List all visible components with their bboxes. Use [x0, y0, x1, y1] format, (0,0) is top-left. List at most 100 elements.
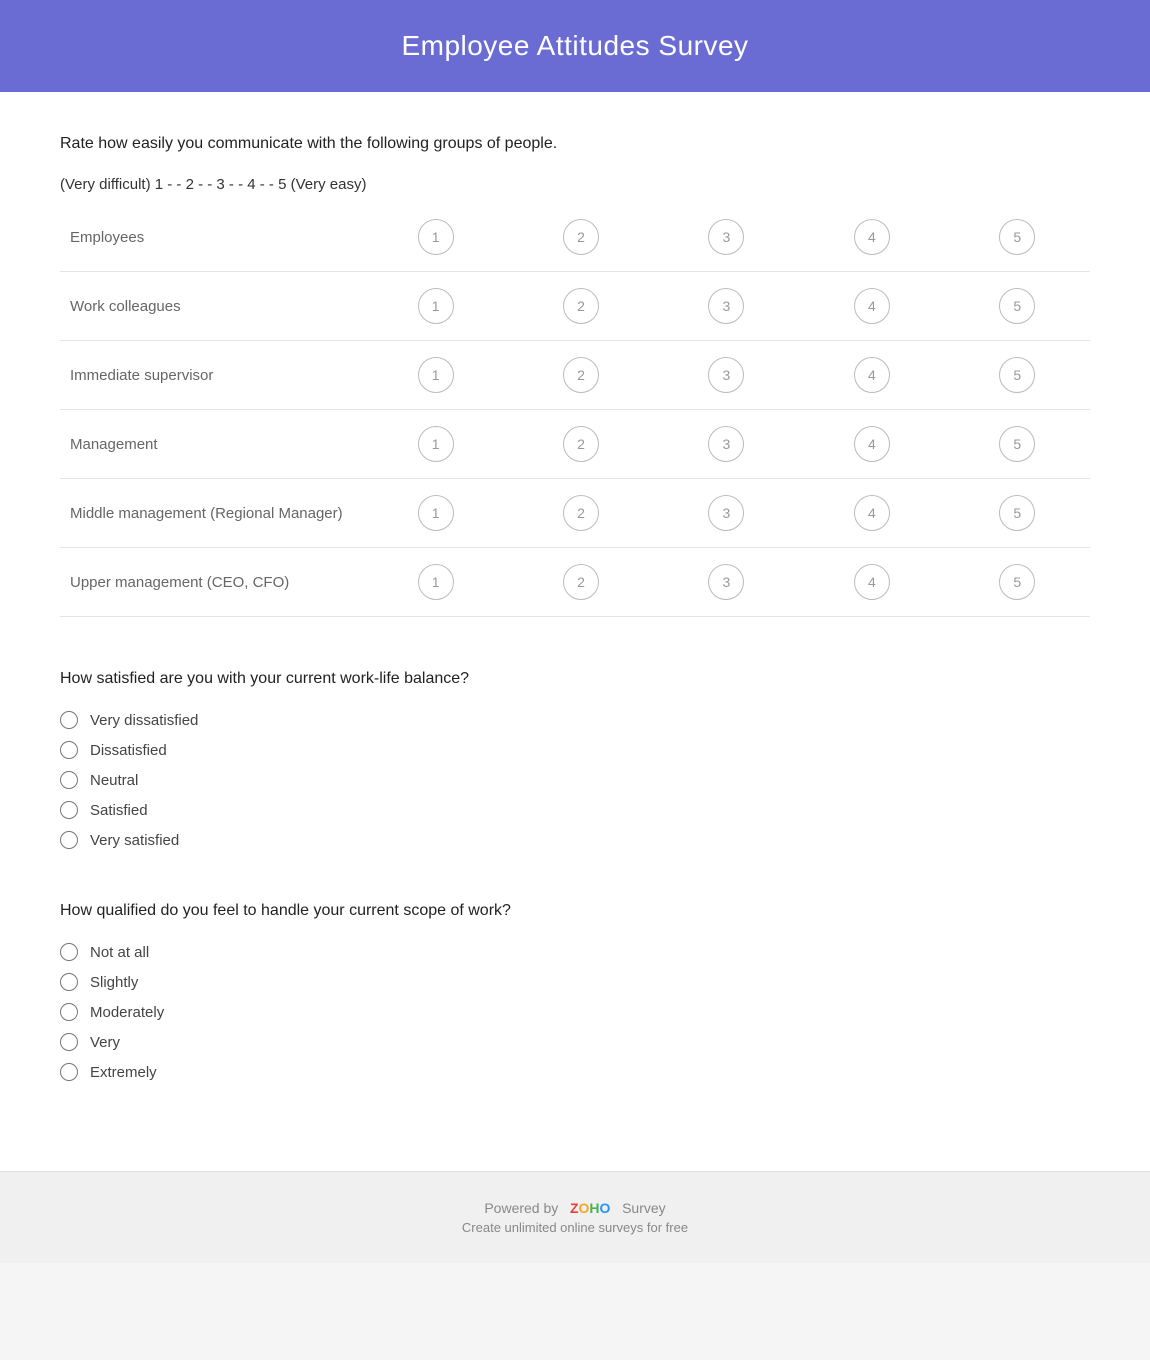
table-row: Management12345 [60, 410, 1090, 479]
list-item[interactable]: Dissatisfied [60, 741, 1090, 759]
page-title: Employee Attitudes Survey [20, 30, 1130, 62]
footer-powered: Powered by ZOHO Survey [20, 1200, 1130, 1216]
rating-cell[interactable]: 2 [508, 203, 653, 272]
radio-qualification-1[interactable] [60, 973, 78, 991]
zoho-o2: O [600, 1200, 611, 1216]
rating-option-5[interactable]: 5 [999, 495, 1035, 531]
rating-option-2[interactable]: 2 [563, 219, 599, 255]
rating-option-2[interactable]: 2 [563, 564, 599, 600]
rating-cell[interactable]: 5 [945, 410, 1090, 479]
rating-cell[interactable]: 4 [799, 272, 944, 341]
rating-cell[interactable]: 3 [654, 548, 799, 617]
list-item[interactable]: Satisfied [60, 801, 1090, 819]
row-label: Middle management (Regional Manager) [60, 479, 363, 548]
rating-cell[interactable]: 5 [945, 548, 1090, 617]
rating-option-3[interactable]: 3 [708, 288, 744, 324]
rating-option-1[interactable]: 1 [418, 219, 454, 255]
rating-cell[interactable]: 3 [654, 479, 799, 548]
radio-worklife-0[interactable] [60, 711, 78, 729]
rating-cell[interactable]: 4 [799, 203, 944, 272]
rating-option-4[interactable]: 4 [854, 357, 890, 393]
rating-cell[interactable]: 3 [654, 410, 799, 479]
section2-options-list: Very dissatisfied Dissatisfied Neutral Sati… [60, 711, 1090, 849]
list-item[interactable]: Slightly [60, 973, 1090, 991]
radio-worklife-2[interactable] [60, 771, 78, 789]
rating-option-5[interactable]: 5 [999, 564, 1035, 600]
rating-cell[interactable]: 2 [508, 548, 653, 617]
rating-option-5[interactable]: 5 [999, 219, 1035, 255]
table-row: Work colleagues12345 [60, 272, 1090, 341]
powered-by-text: Powered by [484, 1200, 558, 1216]
rating-cell[interactable]: 3 [654, 272, 799, 341]
list-item[interactable]: Very satisfied [60, 831, 1090, 849]
rating-option-3[interactable]: 3 [708, 426, 744, 462]
list-item[interactable]: Neutral [60, 771, 1090, 789]
section3-options-list: Not at all Slightly Moderately Very Extremel… [60, 943, 1090, 1081]
table-row: Middle management (Regional Manager) 1 2 3 4… [60, 479, 1090, 548]
rating-option-2[interactable]: 2 [563, 495, 599, 531]
rating-option-4[interactable]: 4 [854, 495, 890, 531]
radio-qualification-2[interactable] [60, 1003, 78, 1021]
list-item[interactable]: Moderately [60, 1003, 1090, 1021]
rating-cell[interactable]: 1 [363, 479, 508, 548]
table-row: Upper management (CEO, CFO) 1 2 3 4 5 [60, 548, 1090, 617]
rating-cell[interactable]: 3 [654, 203, 799, 272]
rating-cell[interactable]: 5 [945, 341, 1090, 410]
rating-option-2[interactable]: 2 [563, 357, 599, 393]
rating-cell[interactable]: 2 [508, 341, 653, 410]
rating-option-3[interactable]: 3 [708, 564, 744, 600]
rating-cell[interactable]: 1 [363, 203, 508, 272]
rating-cell[interactable]: 5 [945, 272, 1090, 341]
radio-qualification-0[interactable] [60, 943, 78, 961]
rating-cell[interactable]: 1 [363, 272, 508, 341]
rating-option-2[interactable]: 2 [563, 288, 599, 324]
radio-qualification-3[interactable] [60, 1033, 78, 1051]
rating-cell[interactable]: 1 [363, 341, 508, 410]
radio-label: Satisfied [90, 802, 148, 819]
rating-option-4[interactable]: 4 [854, 288, 890, 324]
rating-cell[interactable]: 2 [508, 410, 653, 479]
rating-cell[interactable]: 2 [508, 272, 653, 341]
section3-question: How qualified do you feel to handle your… [60, 899, 1090, 923]
row-label: Upper management (CEO, CFO) [60, 548, 363, 617]
section-communication: Rate how easily you communicate with the… [60, 132, 1090, 617]
rating-option-5[interactable]: 5 [999, 288, 1035, 324]
radio-qualification-4[interactable] [60, 1063, 78, 1081]
list-item[interactable]: Not at all [60, 943, 1090, 961]
rating-option-3[interactable]: 3 [708, 357, 744, 393]
survey-label: Survey [622, 1200, 666, 1216]
list-item[interactable]: Very [60, 1033, 1090, 1051]
rating-option-1[interactable]: 1 [418, 495, 454, 531]
rating-option-5[interactable]: 5 [999, 357, 1035, 393]
rating-table: Employees12345Work colleagues12345Immedi… [60, 203, 1090, 617]
rating-option-1[interactable]: 1 [418, 288, 454, 324]
rating-cell[interactable]: 4 [799, 410, 944, 479]
rating-option-1[interactable]: 1 [418, 357, 454, 393]
radio-worklife-3[interactable] [60, 801, 78, 819]
rating-cell[interactable]: 5 [945, 479, 1090, 548]
rating-option-4[interactable]: 4 [854, 219, 890, 255]
rating-option-3[interactable]: 3 [708, 219, 744, 255]
rating-option-4[interactable]: 4 [854, 564, 890, 600]
rating-cell[interactable]: 4 [799, 341, 944, 410]
rating-option-2[interactable]: 2 [563, 426, 599, 462]
radio-worklife-1[interactable] [60, 741, 78, 759]
radio-label: Very [90, 1034, 120, 1051]
list-item[interactable]: Very dissatisfied [60, 711, 1090, 729]
rating-cell[interactable]: 1 [363, 548, 508, 617]
rating-option-4[interactable]: 4 [854, 426, 890, 462]
rating-cell[interactable]: 4 [799, 479, 944, 548]
table-row: Employees12345 [60, 203, 1090, 272]
rating-option-3[interactable]: 3 [708, 495, 744, 531]
list-item[interactable]: Extremely [60, 1063, 1090, 1081]
rating-option-5[interactable]: 5 [999, 426, 1035, 462]
rating-cell[interactable]: 3 [654, 341, 799, 410]
radio-worklife-4[interactable] [60, 831, 78, 849]
rating-cell[interactable]: 5 [945, 203, 1090, 272]
zoho-h: H [589, 1200, 599, 1216]
rating-cell[interactable]: 2 [508, 479, 653, 548]
rating-option-1[interactable]: 1 [418, 426, 454, 462]
rating-option-1[interactable]: 1 [418, 564, 454, 600]
rating-cell[interactable]: 1 [363, 410, 508, 479]
rating-cell[interactable]: 4 [799, 548, 944, 617]
